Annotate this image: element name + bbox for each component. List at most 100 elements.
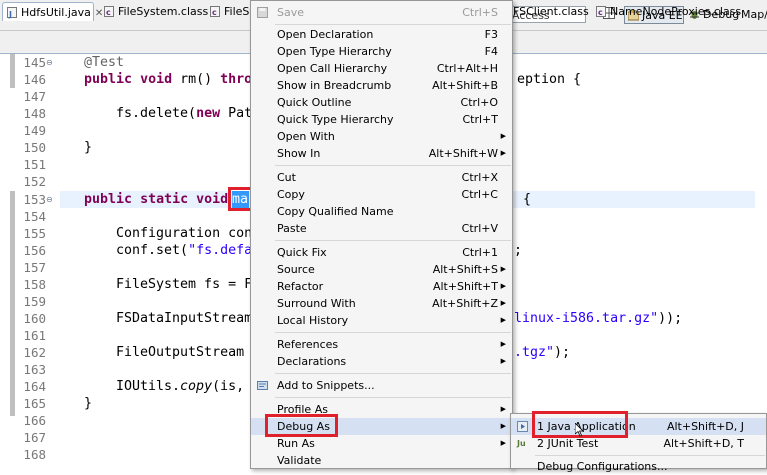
class-file-icon: [104, 3, 114, 22]
menu-item-references[interactable]: References ▶: [251, 336, 512, 353]
code-line-155: Configuration con: [116, 225, 252, 242]
string-literal: linux-i586.tar.gz": [514, 311, 659, 326]
line-number: 150: [23, 140, 46, 155]
menu-item-open-with[interactable]: Open With ▶: [251, 128, 512, 145]
keyword: void: [140, 72, 173, 87]
menu-item-label: Copy Qualified Name: [277, 205, 394, 218]
tab-filesyst[interactable]: FileSyst: [206, 2, 252, 21]
class-file-icon: [210, 3, 220, 21]
code-text: Pat: [220, 106, 253, 121]
menu-item-quick-fix[interactable]: Quick Fix Ctrl+1: [251, 244, 512, 261]
menu-item-accel: Alt+Shift+B: [432, 79, 498, 92]
line-number: 162: [23, 345, 46, 360]
code-line-162-tail: .tgz");: [514, 344, 570, 361]
submenu-arrow-icon: ▶: [500, 357, 506, 365]
submenu-item-label: Debug Configurations...: [537, 460, 668, 473]
code-line-153-tail: {: [523, 191, 531, 208]
menu-item-quick-outline[interactable]: Quick Outline Ctrl+O: [251, 94, 512, 111]
line-number: 156: [23, 243, 46, 258]
perspective-mapr[interactable]: Map/R: [739, 6, 767, 24]
menu-item-cut[interactable]: Cut Ctrl+X: [251, 169, 512, 186]
menu-item-label: Run As: [277, 437, 315, 450]
line-number: 158: [23, 277, 46, 292]
submenu-arrow-icon: ▶: [500, 282, 506, 290]
tab-filesystem-class[interactable]: FileSystem.class: [100, 2, 208, 22]
code-line-164: IOUtils.copy(is,: [116, 378, 252, 395]
tab-label: FileSyst: [224, 5, 252, 18]
junit-icon: Ju: [517, 439, 526, 448]
menu-item-copy-qualified-name[interactable]: Copy Qualified Name: [251, 203, 512, 220]
code-line-150: }: [84, 139, 92, 156]
menu-item-source[interactable]: Source Alt+Shift+S ▶: [251, 261, 512, 278]
code-text: IOUtils.: [116, 379, 181, 394]
menu-item-open-call-hierarchy[interactable]: Open Call Hierarchy Ctrl+Alt+H: [251, 60, 512, 77]
fold-icon[interactable]: ⊖: [46, 191, 56, 208]
code-text: ));: [658, 311, 683, 326]
fold-icon[interactable]: ⊖: [46, 54, 56, 71]
line-number: 145: [23, 55, 46, 70]
menu-item-label: Quick Outline: [277, 96, 352, 109]
submenu-arrow-icon: ▶: [500, 265, 506, 273]
menu-item-show-in-breadcrumb[interactable]: Show in Breadcrumb Alt+Shift+B: [251, 77, 512, 94]
menu-item-copy[interactable]: Copy Ctrl+C: [251, 186, 512, 203]
code-text: rm(): [172, 72, 221, 87]
save-icon: [257, 7, 268, 18]
code-line-162: FileOutputStream: [116, 344, 252, 361]
tab-hdfsutil-java[interactable]: HdfsUtil.java✕: [2, 2, 103, 24]
menu-item-open-type-hierarchy[interactable]: Open Type Hierarchy F4: [251, 43, 512, 60]
menu-item-label: Validate: [277, 454, 322, 467]
menu-item-label: Source: [277, 263, 315, 276]
line-number: 149: [23, 123, 46, 138]
annotation: @Test: [84, 55, 125, 70]
menu-item-open-declaration[interactable]: Open Declaration F3: [251, 26, 512, 43]
submenu-arrow-icon: ▶: [500, 405, 506, 413]
keyword: void: [196, 192, 229, 207]
highlight-box-debug-as: [265, 414, 338, 437]
menu-item-refactor[interactable]: Refactor Alt+Shift+T ▶: [251, 278, 512, 295]
code-line-156-tail: ;: [514, 242, 522, 259]
code-line-153: public static void: [84, 191, 228, 208]
menu-item-label: Quick Fix: [277, 246, 327, 259]
tab-label: HdfsUtil.java: [21, 6, 91, 19]
editor-vertical-scrollbar[interactable]: [755, 54, 767, 469]
tab-namenodeproxies-class[interactable]: NameNodeProxies.class: [592, 2, 741, 22]
change-marker: [10, 54, 15, 88]
submenu-arrow-icon: ▶: [500, 422, 506, 430]
line-number: 163: [23, 362, 46, 377]
code-text: {: [523, 192, 532, 207]
menu-item-quick-type-hierarchy[interactable]: Quick Type Hierarchy Ctrl+T: [251, 111, 512, 128]
menu-item-local-history[interactable]: Local History ▶: [251, 312, 512, 329]
menu-item-show-in[interactable]: Show In Alt+Shift+W ▶: [251, 145, 512, 162]
menu-item-paste[interactable]: Paste Ctrl+V: [251, 220, 512, 237]
menu-item-add-to-snippets[interactable]: Add to Snippets...: [251, 377, 512, 394]
menu-item-label: Surround With: [277, 297, 356, 310]
code-text: FileSystem fs = F: [116, 277, 253, 292]
menu-item-accel: Ctrl+O: [460, 96, 498, 109]
menu-item-label: Open With: [277, 130, 335, 143]
menu-item-label: Open Type Hierarchy: [277, 45, 392, 58]
submenu-arrow-icon: ▶: [500, 316, 506, 324]
menu-item-run-as[interactable]: Run As ▶: [251, 435, 512, 452]
keyword: new: [196, 106, 221, 121]
code-line-160-tail: linux-i586.tar.gz"));: [514, 310, 682, 327]
tab-fsclient-class[interactable]: FSClient.class: [509, 2, 589, 21]
menu-item-surround-with[interactable]: Surround With Alt+Shift+Z ▶: [251, 295, 512, 312]
menu-item-label: Refactor: [277, 280, 324, 293]
menu-item-label: References: [277, 338, 339, 351]
menu-item-label: Open Call Hierarchy: [277, 62, 388, 75]
line-number: 148: [23, 106, 46, 121]
menu-item-declarations[interactable]: Declarations ▶: [251, 353, 512, 370]
menu-separator: [275, 165, 511, 166]
line-number: 160: [23, 311, 46, 326]
menu-separator: [275, 397, 511, 398]
menu-separator: [275, 24, 511, 25]
menu-item-save[interactable]: Save Ctrl+S: [251, 4, 512, 21]
menu-item-accel: Ctrl+Alt+H: [436, 62, 498, 75]
menu-item-accel: Ctrl+T: [462, 113, 498, 126]
method-name: copy: [180, 379, 213, 394]
java-file-icon: [7, 5, 17, 24]
code-text: Configuration con: [116, 226, 253, 241]
menu-item-validate[interactable]: Validate: [251, 452, 512, 469]
submenu-item-debug-configurations[interactable]: Debug Configurations...: [511, 458, 766, 475]
snippets-icon: [257, 381, 268, 390]
